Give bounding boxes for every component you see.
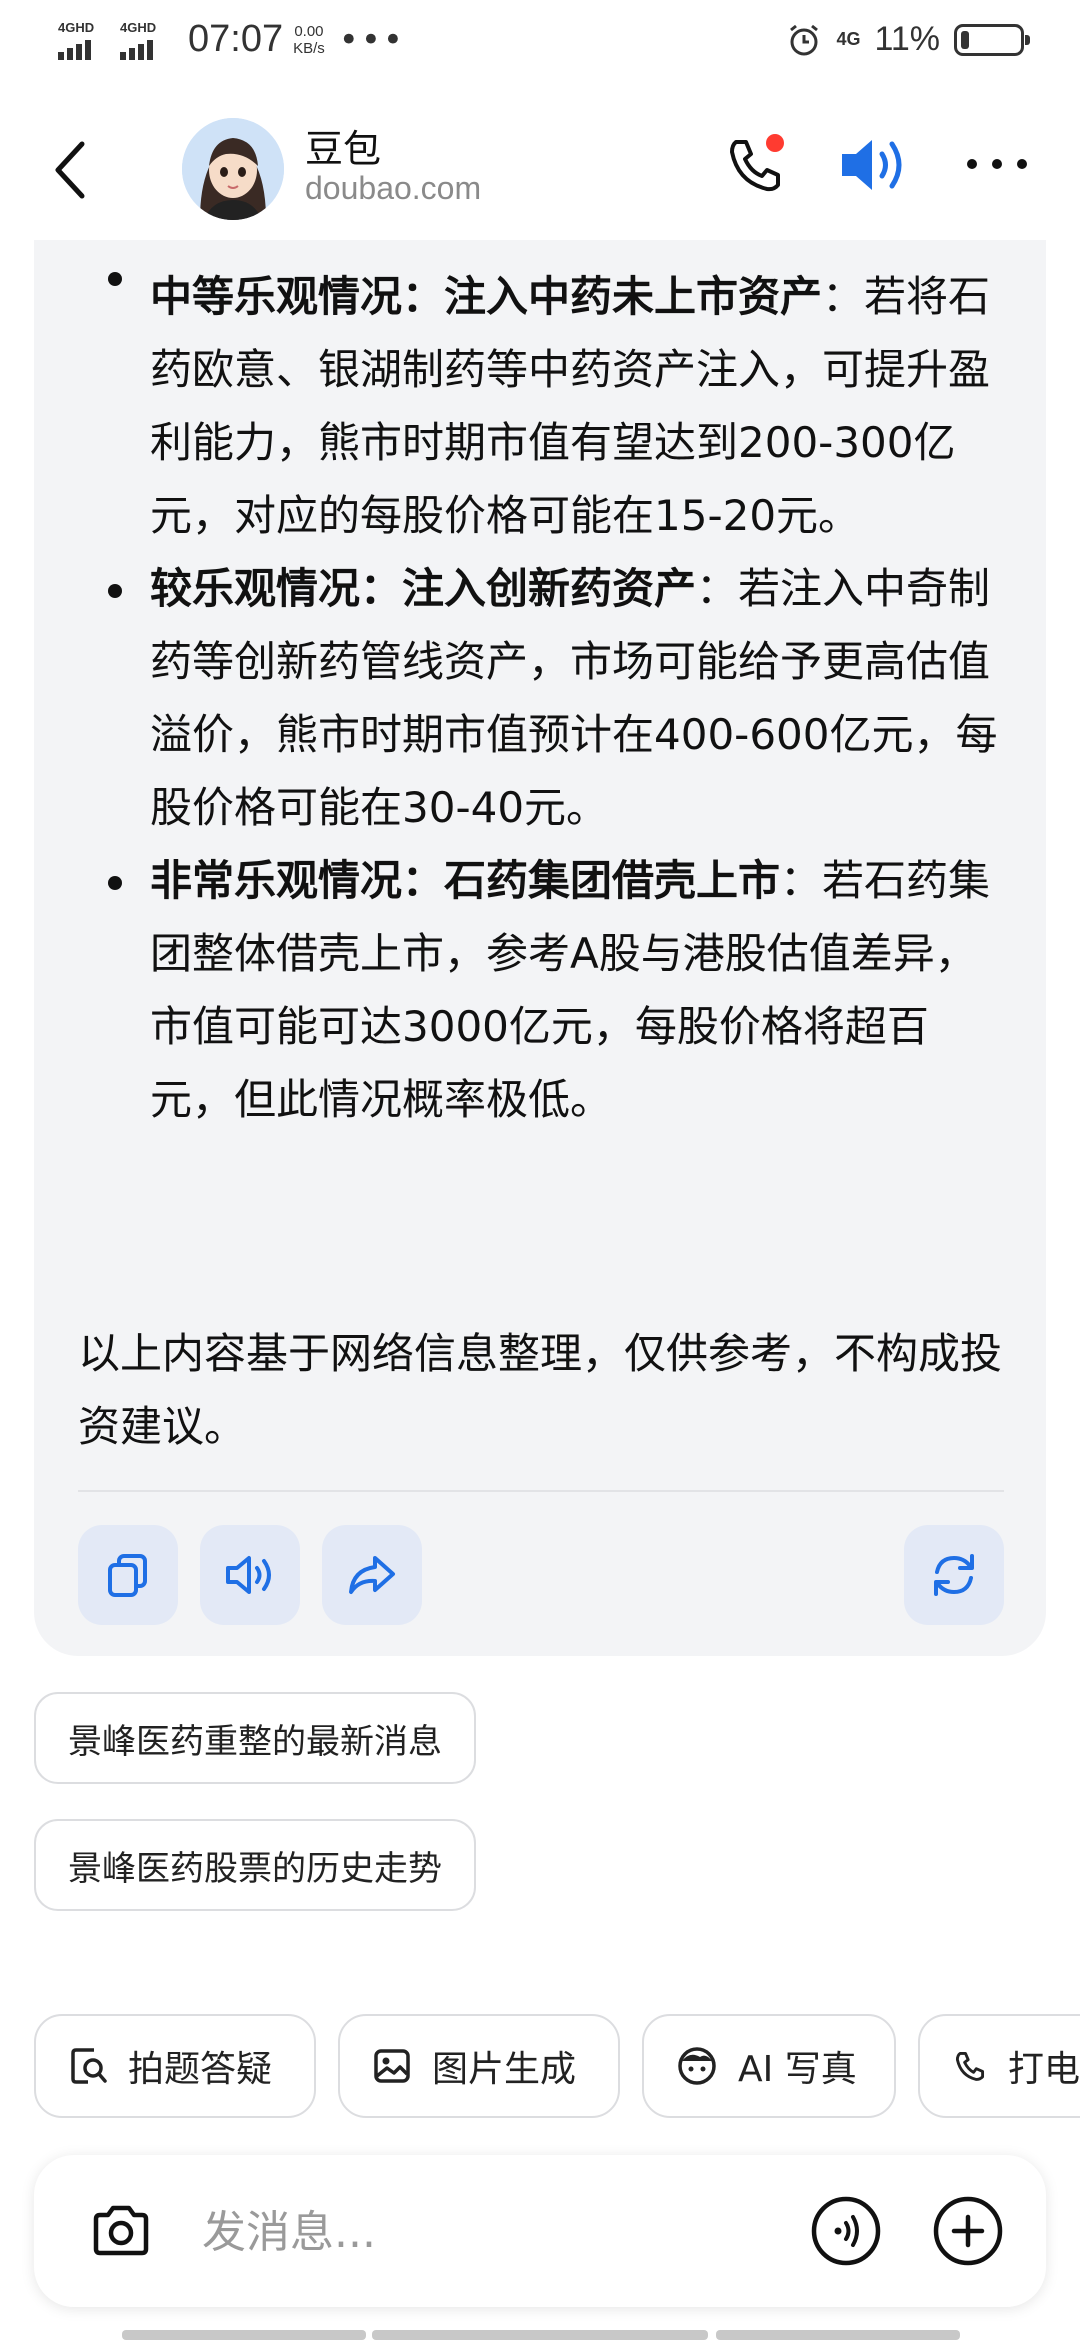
speed-unit: KB/s xyxy=(293,39,325,57)
network-type-label: 4GHD xyxy=(58,19,95,35)
clock: 07:07 xyxy=(188,18,284,60)
assistant-message-card: 中等乐观情况：注入中药未上市资产：若将石药欧意、银湖制药等中药资产注入，可提升盈… xyxy=(34,240,1046,1656)
share-button[interactable] xyxy=(322,1525,422,1625)
regenerate-button[interactable] xyxy=(904,1525,1004,1625)
bottom-indicator xyxy=(372,2330,708,2340)
bottom-indicator xyxy=(122,2330,366,2340)
chevron-left-icon xyxy=(55,141,85,199)
copy-icon xyxy=(108,1554,147,1597)
avatar[interactable] xyxy=(182,118,284,220)
tool-photo-question[interactable]: 拍题答疑 xyxy=(34,2014,316,2118)
message-input[interactable] xyxy=(200,2191,804,2273)
camera-icon xyxy=(93,2205,149,2256)
network-type-label: 4GHD xyxy=(120,19,157,35)
bot-name: 豆包 xyxy=(305,127,382,171)
network-speed: 0.00 KB/s xyxy=(293,23,325,57)
list-item: 中等乐观情况：注入中药未上市资产：若将石药欧意、银湖制药等中药资产注入，可提升盈… xyxy=(34,240,1046,552)
add-attachment-button[interactable] xyxy=(932,2195,1004,2267)
call-button[interactable] xyxy=(720,130,790,200)
voice-input-button[interactable] xyxy=(810,2195,882,2267)
voice-icon xyxy=(811,2196,881,2266)
more-button[interactable] xyxy=(962,144,1032,184)
face-icon xyxy=(678,2047,716,2085)
image-icon xyxy=(374,2049,410,2083)
suggestion-label: 景峰医药重整的最新消息 xyxy=(68,1721,442,1762)
tool-label: 图片生成 xyxy=(432,2049,577,2090)
signal-icon: 4GHD xyxy=(120,20,172,60)
copy-button[interactable] xyxy=(78,1525,178,1625)
back-button[interactable] xyxy=(40,130,100,210)
tool-label: 拍题答疑 xyxy=(128,2049,273,2090)
suggestion-chip[interactable]: 景峰医药重整的最新消息 xyxy=(34,1692,476,1784)
network-4g-label: 4G xyxy=(836,29,861,49)
notification-dot xyxy=(766,134,784,152)
bot-domain: doubao.com xyxy=(305,170,482,206)
status-bar: 4GHD 4GHD 07:07 0.00 KB/s ••• 4G 11% xyxy=(0,0,1080,90)
disclaimer-text: 以上内容基于网络信息整理，仅供参考，不构成投资建议。 xyxy=(78,1329,1003,1451)
alarm-icon xyxy=(790,24,819,55)
bullet-heading: 较乐观情况：注入创新药资产 xyxy=(150,564,697,613)
suggestion-chip[interactable]: 景峰医药股票的历史走势 xyxy=(34,1819,476,1911)
tool-image-generation[interactable]: 图片生成 xyxy=(338,2014,620,2118)
photo-question-icon xyxy=(71,2048,107,2084)
refresh-icon xyxy=(934,1554,974,1596)
divider xyxy=(78,1490,1004,1492)
bullet-heading: 中等乐观情况：注入中药未上市资产 xyxy=(150,272,823,321)
bullet-heading: 非常乐观情况：石药集团借壳上市 xyxy=(150,856,781,905)
battery-icon xyxy=(954,23,1030,56)
message-composer xyxy=(34,2155,1046,2307)
speed-value: 0.00 xyxy=(294,22,324,40)
battery-percent: 11% xyxy=(874,20,940,58)
suggestion-label: 景峰医药股票的历史走势 xyxy=(68,1848,442,1889)
phone-icon xyxy=(955,2051,985,2081)
scenario-list: 中等乐观情况：注入中药未上市资产：若将石药欧意、银湖制药等中药资产注入，可提升盈… xyxy=(34,240,1046,1136)
camera-button[interactable] xyxy=(86,2197,156,2267)
more-icon xyxy=(967,159,1027,169)
speaker-icon xyxy=(842,140,902,190)
read-aloud-button[interactable] xyxy=(200,1525,300,1625)
share-icon xyxy=(349,1556,395,1594)
speaker-icon xyxy=(226,1556,271,1594)
list-item: 非常乐观情况：石药集团借壳上市：若石药集团整体借壳上市，参考A股与港股估值差异，… xyxy=(34,844,1046,1136)
tool-label: 打电话 xyxy=(1007,2049,1080,2090)
speaker-button[interactable] xyxy=(836,130,912,200)
bottom-indicator xyxy=(716,2330,960,2340)
tool-label: AI 写真 xyxy=(738,2049,857,2090)
plus-icon xyxy=(933,2196,1003,2266)
avatar-illustration xyxy=(182,118,284,220)
signal-icon: 4GHD xyxy=(58,20,110,60)
tool-ai-portrait[interactable]: AI 写真 xyxy=(642,2014,896,2118)
more-notifications-icon: ••• xyxy=(338,19,405,60)
chat-header: 豆包 doubao.com xyxy=(0,100,1080,240)
tool-phone-call[interactable]: 打电话 xyxy=(918,2014,1080,2118)
list-item: 较乐观情况：注入创新药资产：若注入中奇制药等创新药管线资产，市场可能给予更高估值… xyxy=(34,552,1046,844)
